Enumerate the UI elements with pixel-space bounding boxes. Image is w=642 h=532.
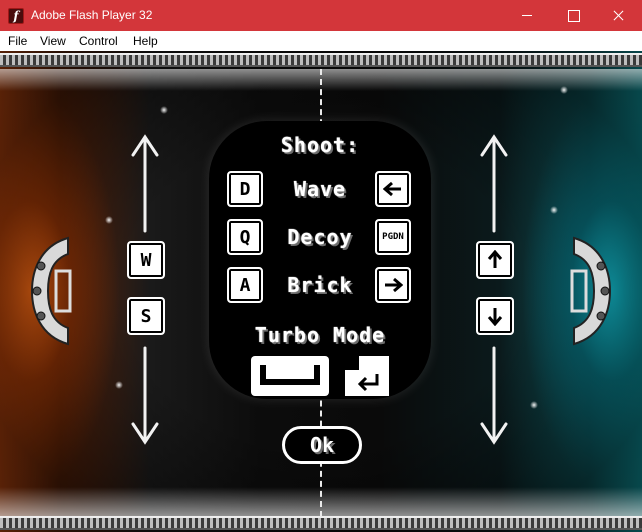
sparkle — [115, 381, 123, 389]
menu-help[interactable]: Help — [133, 34, 158, 48]
sparkle — [560, 86, 568, 94]
key-d: D — [227, 171, 263, 207]
minimize-button[interactable] — [504, 0, 550, 31]
arrow-left-icon — [383, 181, 401, 197]
menu-bar: File View Control Help — [0, 31, 642, 51]
close-button[interactable] — [596, 0, 642, 31]
window-title: Adobe Flash Player 32 — [31, 8, 153, 22]
shoot-label: Shoot: — [280, 133, 360, 157]
key-arrow-up — [476, 241, 514, 279]
top-wall — [0, 53, 642, 67]
left-paddle — [30, 236, 72, 346]
menu-control[interactable]: Control — [79, 34, 118, 48]
arrow-down-icon — [487, 308, 503, 326]
title-bar: f Adobe Flash Player 32 — [0, 0, 642, 31]
key-s: S — [127, 297, 165, 335]
sparkle — [550, 206, 558, 214]
key-arrow-left — [375, 171, 411, 207]
left-up-arrow-icon — [131, 134, 159, 233]
key-arrow-down — [476, 297, 514, 335]
maximize-button[interactable] — [550, 0, 596, 31]
right-down-arrow-icon — [480, 346, 508, 445]
right-up-arrow-icon — [480, 134, 508, 233]
key-arrow-right — [375, 267, 411, 303]
key-a: A — [227, 267, 263, 303]
menu-file[interactable]: File — [8, 34, 27, 48]
weapon-wave-label: Wave — [293, 177, 347, 201]
weapon-decoy-label: Decoy — [287, 225, 353, 249]
arrow-right-icon — [385, 277, 403, 293]
sparkle — [160, 106, 168, 114]
space-bar-key — [251, 356, 329, 396]
ok-button[interactable]: Ok — [282, 426, 362, 464]
bottom-wall — [0, 516, 642, 530]
key-pgdn: PGDN — [375, 219, 411, 255]
turbo-mode-label: Turbo Mode — [254, 323, 386, 347]
key-w: W — [127, 241, 165, 279]
game-stage[interactable]: W S Shoot: D Wave Q Decoy PGDN A Brick T… — [0, 51, 642, 532]
sparkle — [105, 216, 113, 224]
weapon-brick-label: Brick — [287, 273, 353, 297]
arrow-up-icon — [487, 250, 503, 268]
right-paddle — [570, 236, 612, 346]
key-q: Q — [227, 219, 263, 255]
menu-view[interactable]: View — [40, 34, 66, 48]
sparkle — [530, 401, 538, 409]
left-down-arrow-icon — [131, 346, 159, 445]
flash-player-icon: f — [8, 8, 24, 24]
